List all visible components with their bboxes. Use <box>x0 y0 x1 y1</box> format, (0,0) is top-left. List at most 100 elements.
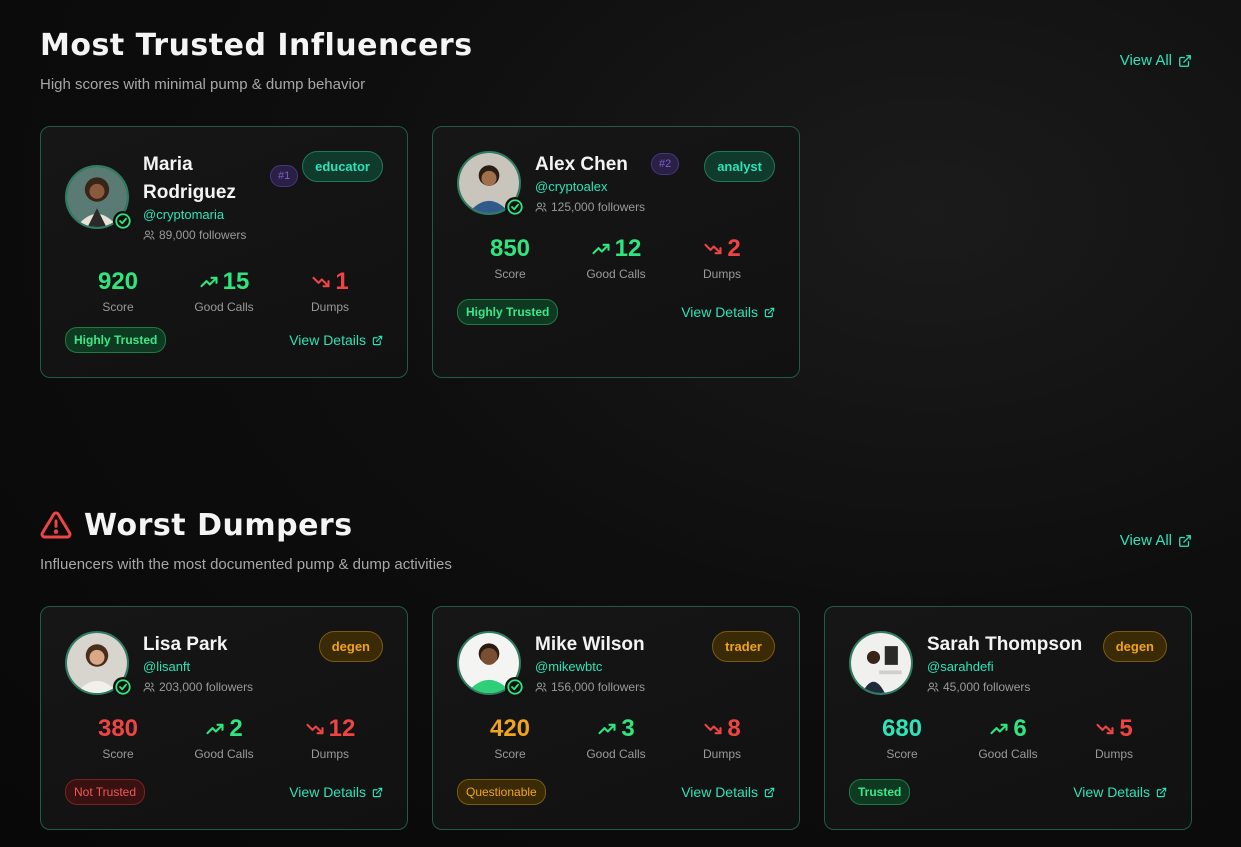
influencer-card-maria[interactable]: Maria Rodriguez @cryptomaria 89,000 foll… <box>40 126 408 378</box>
dumpers-section: Worst Dumpers Influencers with the most … <box>40 506 1192 830</box>
influencer-name: Alex Chen <box>535 154 628 175</box>
influencer-info: Mike Wilson @mikewbtc 156,000 followers <box>535 631 645 695</box>
dumps-number: 2 <box>727 235 741 262</box>
stats-row: 420 Score 3 Good Calls 8 Dumps <box>457 715 775 761</box>
trending-up-icon <box>592 243 610 255</box>
good-calls-number: 6 <box>1013 715 1027 742</box>
followers-count: 203,000 followers <box>143 680 253 694</box>
influencer-info: Maria Rodriguez @cryptomaria 89,000 foll… <box>143 151 246 242</box>
influencer-handle[interactable]: @sarahdefi <box>927 659 1082 674</box>
score-value: 920 <box>97 268 139 295</box>
users-icon <box>143 682 155 692</box>
dumps-number: 1 <box>335 268 349 295</box>
dumps-label: Dumps <box>310 747 349 761</box>
influencer-info: Lisa Park @lisanft 203,000 followers <box>143 631 253 695</box>
good-calls-number: 12 <box>614 235 642 262</box>
influencer-handle[interactable]: @lisanft <box>143 659 253 674</box>
card-footer: Trusted View Details <box>849 779 1167 805</box>
category-tag: degen <box>1102 631 1167 662</box>
trust-badge: Not Trusted <box>65 779 146 805</box>
avatar-wrap <box>457 151 525 217</box>
influencer-card-alex[interactable]: Alex Chen @cryptoalex 125,000 followers … <box>432 126 800 378</box>
users-icon <box>143 230 155 240</box>
good-calls-stat: 6 Good Calls <box>955 715 1061 761</box>
good-calls-stat: 12 Good Calls <box>563 235 669 281</box>
trending-up-icon <box>206 723 224 735</box>
dumps-stat: 5 Dumps <box>1061 715 1167 761</box>
verified-check-icon <box>505 197 525 217</box>
dumpers-title-text: Worst Dumpers <box>84 507 353 543</box>
good-calls-number: 15 <box>222 268 250 295</box>
trending-down-icon <box>1096 723 1114 735</box>
rank-badge: #2 <box>651 153 680 175</box>
trust-badge: Trusted <box>849 779 911 805</box>
good-calls-stat: 15 Good Calls <box>171 268 277 314</box>
dumps-label: Dumps <box>702 267 741 281</box>
stats-row: 680 Score 6 Good Calls 5 Dumps <box>849 715 1167 761</box>
influencer-name: Sarah Thompson <box>927 634 1083 655</box>
view-details-link[interactable]: View Details <box>681 784 775 800</box>
dumps-value: 8 <box>669 715 775 743</box>
warning-icon <box>40 511 72 539</box>
card-header: Maria Rodriguez @cryptomaria 89,000 foll… <box>65 151 383 242</box>
view-details-link[interactable]: View Details <box>289 784 383 800</box>
external-link-icon <box>372 335 383 345</box>
followers-text: 156,000 followers <box>551 680 646 694</box>
card-footer: Questionable View Details <box>457 779 775 805</box>
dumps-value: 5 <box>1061 715 1167 743</box>
view-details-link[interactable]: View Details <box>289 332 383 348</box>
influencer-handle[interactable]: @cryptoalex <box>535 179 645 194</box>
influencer-card-mike[interactable]: Mike Wilson @mikewbtc 156,000 followers … <box>432 606 800 830</box>
trust-badge: Highly Trusted <box>457 299 559 325</box>
dumps-label: Dumps <box>702 747 741 761</box>
view-details-label: View Details <box>681 784 758 800</box>
dumps-value: 2 <box>669 235 775 263</box>
dumps-label: Dumps <box>310 300 349 314</box>
card-header: Sarah Thompson @sarahdefi 45,000 followe… <box>849 631 1167 695</box>
verified-check-icon <box>113 211 133 231</box>
trust-badge: Highly Trusted <box>65 327 167 353</box>
followers-count: 156,000 followers <box>535 680 645 694</box>
influencer-handle[interactable]: @mikewbtc <box>535 659 645 674</box>
influencer-name: Lisa Park <box>143 634 228 655</box>
dumps-number: 5 <box>1119 715 1133 742</box>
good-calls-label: Good Calls <box>194 300 254 314</box>
good-calls-label: Good Calls <box>586 747 646 761</box>
influencer-handle[interactable]: @cryptomaria <box>143 207 246 222</box>
trending-up-icon <box>990 723 1008 735</box>
external-link-icon <box>1179 534 1191 547</box>
good-calls-value: 6 <box>955 715 1061 743</box>
users-icon <box>535 202 547 212</box>
dumpers-view-all-link[interactable]: View All <box>1120 532 1192 549</box>
trusted-view-all-link[interactable]: View All <box>1120 52 1192 69</box>
score-value: 380 <box>97 715 139 742</box>
trusted-title: Most Trusted Influencers <box>40 26 1192 64</box>
view-details-link[interactable]: View Details <box>1073 784 1167 800</box>
good-calls-number: 2 <box>229 715 243 742</box>
dumps-number: 8 <box>727 715 741 742</box>
good-calls-label: Good Calls <box>194 747 254 761</box>
score-stat: 680 Score <box>849 715 955 761</box>
card-footer: Highly Trusted View Details <box>65 327 383 353</box>
view-details-label: View Details <box>681 304 758 320</box>
stats-row: 850 Score 12 Good Calls 2 Dumps <box>457 235 775 281</box>
external-link-icon <box>764 307 775 317</box>
view-details-link[interactable]: View Details <box>681 304 775 320</box>
avatar-wrap <box>457 631 525 697</box>
score-label: Score <box>102 747 134 761</box>
trusted-cards: Maria Rodriguez @cryptomaria 89,000 foll… <box>40 126 1192 378</box>
influencer-card-lisa[interactable]: Lisa Park @lisanft 203,000 followers deg… <box>40 606 408 830</box>
followers-text: 125,000 followers <box>551 200 646 214</box>
followers-count: 89,000 followers <box>143 228 246 242</box>
dumpers-cards: Lisa Park @lisanft 203,000 followers deg… <box>40 606 1192 830</box>
dumps-value: 12 <box>277 715 383 743</box>
card-header: Alex Chen @cryptoalex 125,000 followers … <box>457 151 775 217</box>
name-line-2: Rodriguez <box>143 182 236 203</box>
score-stat: 920 Score <box>65 268 171 314</box>
followers-text: 89,000 followers <box>159 228 247 242</box>
influencer-card-sarah[interactable]: Sarah Thompson @sarahdefi 45,000 followe… <box>824 606 1192 830</box>
good-calls-label: Good Calls <box>978 747 1038 761</box>
score-stat: 380 Score <box>65 715 171 761</box>
followers-text: 203,000 followers <box>159 680 254 694</box>
category-tag: trader <box>712 631 775 662</box>
